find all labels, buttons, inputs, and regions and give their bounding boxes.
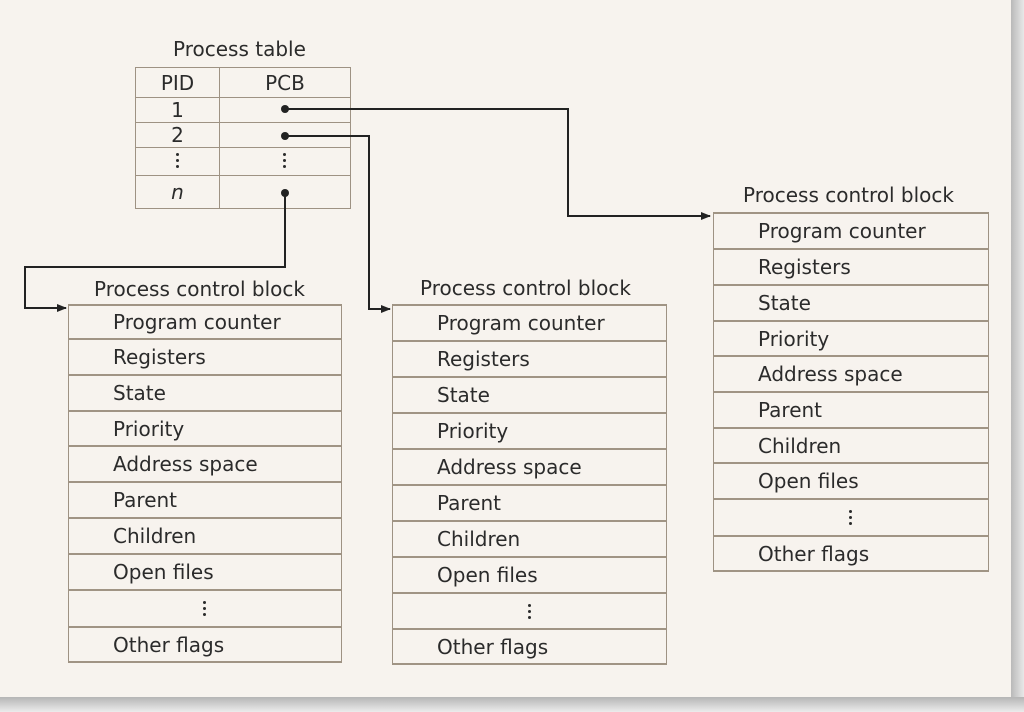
vertical-ellipsis-icon xyxy=(203,598,207,619)
pcb-field: Registers xyxy=(69,338,341,374)
pcb-field: Priority xyxy=(393,412,666,448)
pcb-field: Program counter xyxy=(714,212,988,248)
pcb-field: Address space xyxy=(69,445,341,481)
vertical-ellipsis-icon xyxy=(849,507,853,528)
pcb-title: Process control block xyxy=(420,276,631,300)
table-row xyxy=(135,147,351,176)
pcb-field: Other flags xyxy=(69,626,341,663)
pcb-field-ellipsis xyxy=(69,589,341,626)
pcb-field: Open files xyxy=(714,462,988,498)
pid-cell: 2 xyxy=(135,122,220,148)
pcb-field: Parent xyxy=(393,484,666,520)
pcb-field: Program counter xyxy=(69,304,341,338)
pcb-pointer-cell xyxy=(219,122,351,148)
pcb-box-middle: Program counter Registers State Priority… xyxy=(392,304,667,665)
pcb-field: Open files xyxy=(393,556,666,592)
pcb-field-ellipsis xyxy=(393,592,666,628)
pcb-pointer-cell xyxy=(219,175,351,209)
pcb-field: Address space xyxy=(393,448,666,484)
vertical-ellipsis-icon xyxy=(283,150,287,171)
pcb-title: Process control block xyxy=(94,277,305,301)
process-table-header-row: PID PCB xyxy=(135,67,351,98)
pcb-field: Open files xyxy=(69,553,341,589)
pcb-field: Parent xyxy=(714,391,988,427)
page-shadow-right xyxy=(1011,0,1024,712)
table-row: 2 xyxy=(135,122,351,148)
pcb-field: State xyxy=(69,374,341,410)
pcb-field: Priority xyxy=(69,410,341,445)
pcb-ellipsis-cell xyxy=(219,147,351,176)
pcb-field: Program counter xyxy=(393,304,666,340)
pcb-field: Address space xyxy=(714,355,988,391)
pcb-field: Registers xyxy=(393,340,666,376)
table-row: n xyxy=(135,175,351,209)
table-row: 1 xyxy=(135,97,351,123)
pcb-field: Children xyxy=(393,520,666,556)
pid-header: PID xyxy=(135,67,220,98)
vertical-ellipsis-icon xyxy=(527,601,532,622)
pcb-field: State xyxy=(393,376,666,412)
pcb-field: Parent xyxy=(69,481,341,517)
pcb-field: Priority xyxy=(714,320,988,355)
pcb-field: Children xyxy=(69,517,341,553)
pcb-field: State xyxy=(714,284,988,320)
pcb-field-ellipsis xyxy=(714,498,988,535)
process-table-title: Process table xyxy=(173,37,306,61)
process-table: PID PCB 1 2 n xyxy=(135,67,351,209)
pcb-box-left: Program counter Registers State Priority… xyxy=(68,304,342,663)
pid-cell: 1 xyxy=(135,97,220,123)
pcb-header: PCB xyxy=(219,67,351,98)
vertical-ellipsis-icon xyxy=(175,150,180,171)
pcb-pointer-cell xyxy=(219,97,351,123)
page-shadow-bottom xyxy=(0,697,1024,712)
pcb-field: Registers xyxy=(714,248,988,284)
pcb-title: Process control block xyxy=(743,183,954,207)
pcb-field: Children xyxy=(714,427,988,462)
pcb-field: Other flags xyxy=(393,628,666,665)
pcb-box-right: Program counter Registers State Priority… xyxy=(713,212,989,572)
pcb-field: Other flags xyxy=(714,535,988,572)
pid-cell: n xyxy=(135,175,220,209)
pid-ellipsis-cell xyxy=(135,147,220,176)
